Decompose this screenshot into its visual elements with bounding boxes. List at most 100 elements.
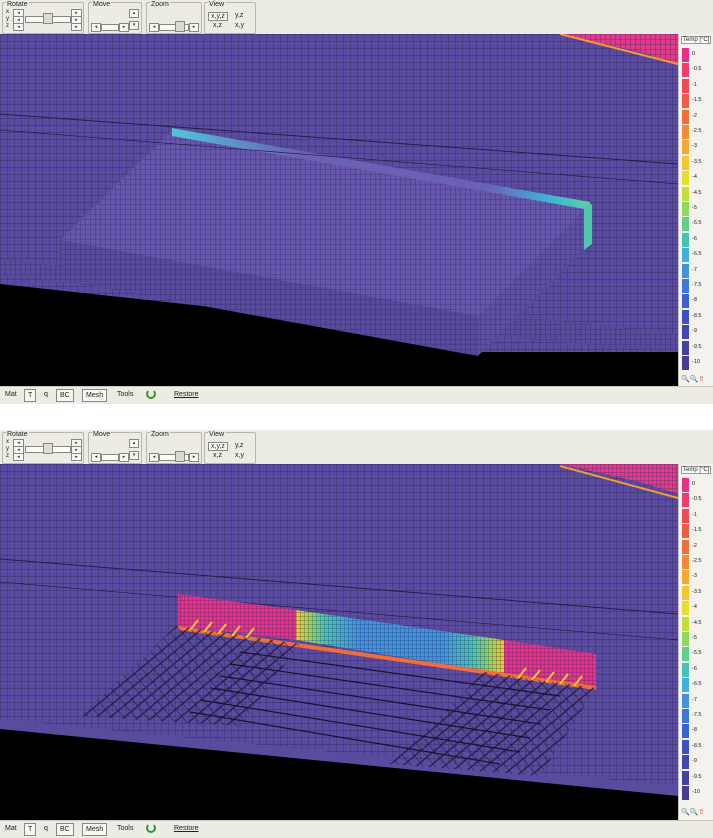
t-button[interactable]: T (24, 389, 37, 402)
mesh-render (0, 464, 678, 820)
zoom-out-button[interactable]: ◂ (149, 453, 159, 462)
legend-value: -6.5 (692, 681, 702, 688)
move-right-button[interactable]: ▸ (119, 453, 129, 462)
legend-swatch (682, 155, 689, 170)
legend-value: -7 (692, 266, 697, 273)
mesh-button[interactable]: Mesh (82, 389, 108, 402)
tools-button[interactable]: Tools (114, 823, 136, 834)
legend-value: -9.5 (692, 343, 702, 350)
rotate-title: Rotate (6, 431, 29, 438)
restore-button[interactable]: Restore (171, 823, 202, 834)
move-up-button[interactable]: ▴ (129, 439, 139, 448)
move-right-button[interactable]: ▸ (119, 23, 129, 32)
rotate-z-left[interactable]: ◂ (13, 23, 24, 31)
view-yz-button[interactable]: y,z (235, 12, 243, 19)
legend-value: -5.5 (692, 650, 702, 657)
mat-button[interactable]: Mat (2, 389, 20, 400)
rotate-slider-thumb[interactable] (43, 13, 53, 24)
legend-swatch (682, 186, 689, 201)
legend-swatch (682, 125, 689, 139)
legend-value: -2 (692, 542, 697, 549)
view-xz-button[interactable]: x,z (213, 22, 222, 29)
mat-button[interactable]: Mat (2, 823, 20, 834)
legend-value: -3 (692, 573, 697, 580)
zoom-slider-thumb[interactable] (175, 451, 185, 462)
view-xy-button[interactable]: x,y (235, 22, 244, 29)
temperature-legend: Temp [°C] 🔍🔍⇧ 0 -0.5 -1 -1.5 -2 -2.5 -3 -3.5 -4-… (678, 34, 713, 386)
legend-value: -1 (692, 511, 697, 518)
zoom-out-button[interactable]: ◂ (149, 23, 159, 32)
tools-button[interactable]: Tools (114, 389, 136, 400)
legend-value: 0 (692, 481, 696, 487)
legend-swatch (682, 109, 689, 124)
legend-value: -4.5 (692, 189, 702, 196)
zoom-group: Zoom ◂ ▸ (146, 1, 202, 34)
legend-value: -5.5 (692, 220, 702, 227)
move-down-button[interactable]: ▾ (129, 21, 139, 30)
legend-swatch (682, 632, 689, 646)
move-left-button[interactable]: ◂ (91, 23, 101, 32)
legend-swatch (682, 709, 689, 723)
legend-swatch (682, 570, 689, 585)
legend-swatch (682, 555, 689, 569)
green-refresh-icon[interactable] (146, 823, 156, 833)
legend-swatch (682, 340, 689, 355)
view-xyz-button[interactable]: x,y,z (208, 442, 228, 451)
zoom-in-icon[interactable]: 🔍 (681, 809, 690, 816)
view-xyz-button[interactable]: x,y,z (208, 12, 228, 21)
move-group: Move ▴ ▾ ◂ ▸ (88, 1, 142, 34)
rotate-z-right[interactable]: ▸ (71, 453, 82, 461)
legend-swatch (682, 202, 689, 216)
legend-value: -3.5 (692, 588, 702, 595)
move-slider[interactable] (101, 24, 119, 31)
toolbar: Rotate x y z ◂ ◂ ◂ ▸ ▸ ▸ Move ▴ ▾ ◂ ▸ Zo… (0, 430, 713, 464)
rotate-z-right[interactable]: ▸ (71, 23, 82, 31)
legend-swatch (682, 770, 689, 785)
legend-tools: 🔍🔍⇧ (681, 808, 704, 816)
legend-swatch (682, 140, 689, 155)
zoom-slider-thumb[interactable] (175, 21, 185, 32)
q-button[interactable]: q (41, 389, 51, 400)
move-up-button[interactable]: ▴ (129, 9, 139, 18)
legend-swatch (682, 616, 689, 631)
restore-button[interactable]: Restore (171, 389, 202, 400)
legend-value: -2.5 (692, 128, 702, 134)
zoom-in-button[interactable]: ▸ (189, 453, 199, 462)
legend-swatch (682, 94, 689, 109)
legend-swatch (682, 232, 689, 247)
3d-viewport[interactable] (0, 34, 678, 386)
t-button[interactable]: T (24, 823, 37, 836)
view-yz-button[interactable]: y,z (235, 442, 243, 449)
legend-swatch (682, 493, 689, 508)
bc-button[interactable]: BC (56, 389, 74, 402)
view-xz-button[interactable]: x,z (213, 452, 222, 459)
zoom-in-button[interactable]: ▸ (189, 23, 199, 32)
legend-value: -3 (692, 143, 697, 150)
pan-arrow-icon[interactable]: ⇧ (698, 376, 704, 383)
pan-arrow-icon[interactable]: ⇧ (698, 809, 704, 816)
move-slider[interactable] (101, 454, 119, 461)
legend-value: -3.5 (692, 158, 702, 165)
zoom-title: Zoom (150, 1, 170, 8)
move-left-button[interactable]: ◂ (91, 453, 101, 462)
zoom-in-icon[interactable]: 🔍 (681, 376, 690, 383)
bc-button[interactable]: BC (56, 823, 74, 836)
legend-value: -6.5 (692, 251, 702, 258)
rotate-slider-thumb[interactable] (43, 443, 53, 454)
view-title: View (208, 431, 226, 438)
move-group: Move ▴ ▾ ◂ ▸ (88, 431, 142, 464)
axis-label-y: y (6, 16, 9, 22)
mesh-button[interactable]: Mesh (82, 823, 108, 836)
rotate-z-left[interactable]: ◂ (13, 453, 24, 461)
legend-value: -9 (692, 328, 697, 335)
zoom-group: Zoom ◂ ▸ (146, 431, 202, 464)
3d-viewport[interactable] (0, 464, 678, 820)
move-down-button[interactable]: ▾ (129, 451, 139, 460)
legend-swatch (682, 662, 689, 677)
view-title: View (208, 1, 226, 8)
q-button[interactable]: q (41, 823, 51, 834)
legend-title: Temp [°C] (681, 36, 712, 44)
green-refresh-icon[interactable] (146, 389, 156, 399)
rotate-group: Rotate x y z ◂ ◂ ◂ ▸ ▸ ▸ (2, 431, 84, 464)
view-xy-button[interactable]: x,y (235, 452, 244, 459)
